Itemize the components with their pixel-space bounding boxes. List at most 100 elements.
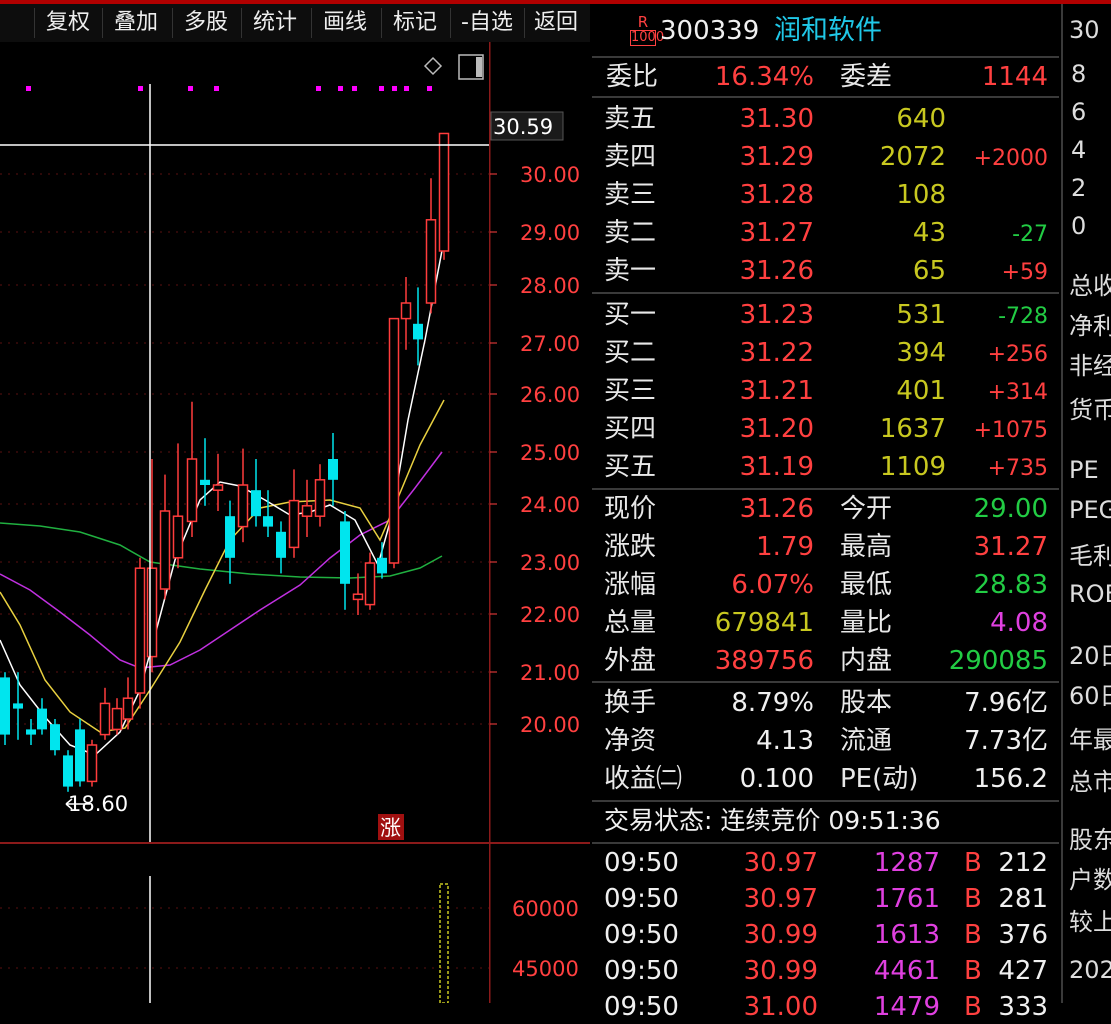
candle-down: [50, 724, 60, 751]
side-item: ROE: [1069, 580, 1111, 608]
kline-chart-svg[interactable]: 30.00 29.00 28.00 27.00 26.00 25.00 24.00 23.00…: [0, 42, 590, 1003]
mark-button[interactable]: 标记: [381, 8, 448, 38]
candle-up: [86, 744, 98, 783]
bid-volume: 531: [896, 300, 946, 330]
candle-up: [388, 317, 400, 564]
candle-down: [413, 323, 423, 340]
tick-time: 09:50: [604, 884, 679, 914]
candle-up: [352, 593, 364, 601]
candle-down: [251, 490, 261, 517]
volume-axis-label: 60000: [512, 897, 579, 921]
price-axis-label: 23.00: [520, 551, 580, 575]
divider: [592, 488, 1059, 490]
bid-price: 31.19: [739, 452, 814, 482]
stock-code: 300339: [660, 16, 760, 46]
side-digit: 6: [1071, 98, 1087, 126]
bid-change: +314: [987, 380, 1048, 405]
signal-dot: [392, 86, 397, 91]
tick-count: 427: [998, 956, 1048, 986]
candle-up: [146, 567, 158, 658]
ask-change: -27: [1012, 222, 1048, 247]
side-header: 30: [1069, 16, 1100, 44]
divider: [592, 800, 1059, 802]
candle-down: [263, 516, 273, 527]
stat-value: 28.83: [973, 570, 1048, 600]
fund-label: 流通: [840, 726, 893, 756]
divider: [592, 681, 1059, 683]
bid-label: 买一: [604, 300, 657, 330]
fuquan-button[interactable]: 复权: [34, 8, 101, 38]
statistics-button[interactable]: 统计: [241, 8, 308, 38]
ask-volume: 640: [896, 104, 946, 134]
multi-stock-button[interactable]: 多股: [172, 8, 239, 38]
tick-count: 212: [998, 848, 1048, 878]
tick-side: B: [964, 992, 982, 1022]
ask-price: 31.27: [739, 218, 814, 248]
candle-up: [111, 707, 123, 731]
bid-label: 买二: [604, 338, 657, 368]
candle-up: [212, 484, 224, 491]
side-digit: 0: [1071, 212, 1087, 240]
side-item: 202: [1069, 956, 1111, 984]
side-digit: 2: [1071, 174, 1087, 202]
candle-down: [328, 459, 338, 480]
cursor-price-label: 30.59: [493, 115, 553, 139]
candle-down: [377, 557, 387, 574]
weibi-value: 16.34%: [714, 62, 814, 92]
candle-up: [364, 562, 376, 606]
candle-down: [0, 677, 10, 735]
weibi-label: 委比: [606, 62, 659, 92]
volume-bars: [439, 883, 449, 1003]
fund-value: 0.100: [739, 764, 814, 794]
tick-volume: 1761: [873, 884, 940, 914]
price-axis-label: 21.00: [520, 661, 580, 685]
stat-value: 31.26: [739, 494, 814, 524]
tick-time: 09:50: [604, 848, 679, 878]
candle-down: [200, 479, 210, 485]
ask-label: 卖二: [604, 218, 657, 248]
stat-label: 总量: [604, 608, 657, 638]
price-axis-label: 30.00: [520, 163, 580, 187]
candle-up: [134, 567, 146, 694]
ask-price: 31.29: [739, 142, 814, 172]
candle-down: [37, 708, 47, 730]
candle-up: [99, 702, 111, 736]
weicha-value: 1144: [981, 62, 1048, 92]
volume-axis-labels: 60000 45000: [512, 897, 579, 981]
signal-dot: [316, 86, 321, 91]
side-item: 货币: [1069, 396, 1111, 424]
stat-value: 290085: [948, 646, 1048, 676]
side-info-panel: 30 8 6 4 2 0 总收净利非经货币 PE PEG 毛利 ROE 20日 60日年最总市股东户…: [1061, 4, 1111, 1003]
stat-label: 最高: [840, 532, 893, 562]
bid-change: +735: [987, 456, 1048, 481]
diamond-icon[interactable]: [423, 56, 443, 76]
stat-label: 内盘: [840, 646, 893, 676]
ask-label: 卖五: [604, 104, 657, 134]
stat-label: 今开: [840, 494, 893, 524]
kline-chart-area[interactable]: 30.00 29.00 28.00 27.00 26.00 25.00 24.00 23.00…: [0, 42, 590, 1003]
side-item: 总市: [1069, 768, 1111, 796]
tick-volume: 4461: [873, 956, 940, 986]
back-button[interactable]: 返回: [524, 8, 587, 38]
bid-price: 31.21: [739, 376, 814, 406]
candle-up: [438, 132, 450, 252]
ask-volume: 2072: [879, 142, 946, 172]
signal-dot: [338, 86, 343, 91]
r-badge: R 1000: [630, 14, 664, 54]
remove-watchlist-button[interactable]: -自选: [450, 8, 523, 38]
price-axis-divider: [489, 42, 491, 842]
overlay-button[interactable]: 叠加: [102, 8, 169, 38]
price-axis-label: 29.00: [520, 221, 580, 245]
draw-line-button[interactable]: 画线: [311, 8, 378, 38]
stat-label: 现价: [604, 494, 657, 524]
candle-down: [63, 755, 73, 787]
signal-dot: [352, 86, 357, 91]
stat-label: 最低: [840, 570, 893, 600]
ask-label: 卖四: [604, 142, 657, 172]
stock-name[interactable]: 润和软件: [774, 14, 882, 48]
candle-up: [425, 219, 437, 304]
ask-volume: 108: [896, 180, 946, 210]
ask-price: 31.30: [739, 104, 814, 134]
side-item: 非经: [1069, 352, 1111, 380]
divider: [592, 56, 1059, 58]
